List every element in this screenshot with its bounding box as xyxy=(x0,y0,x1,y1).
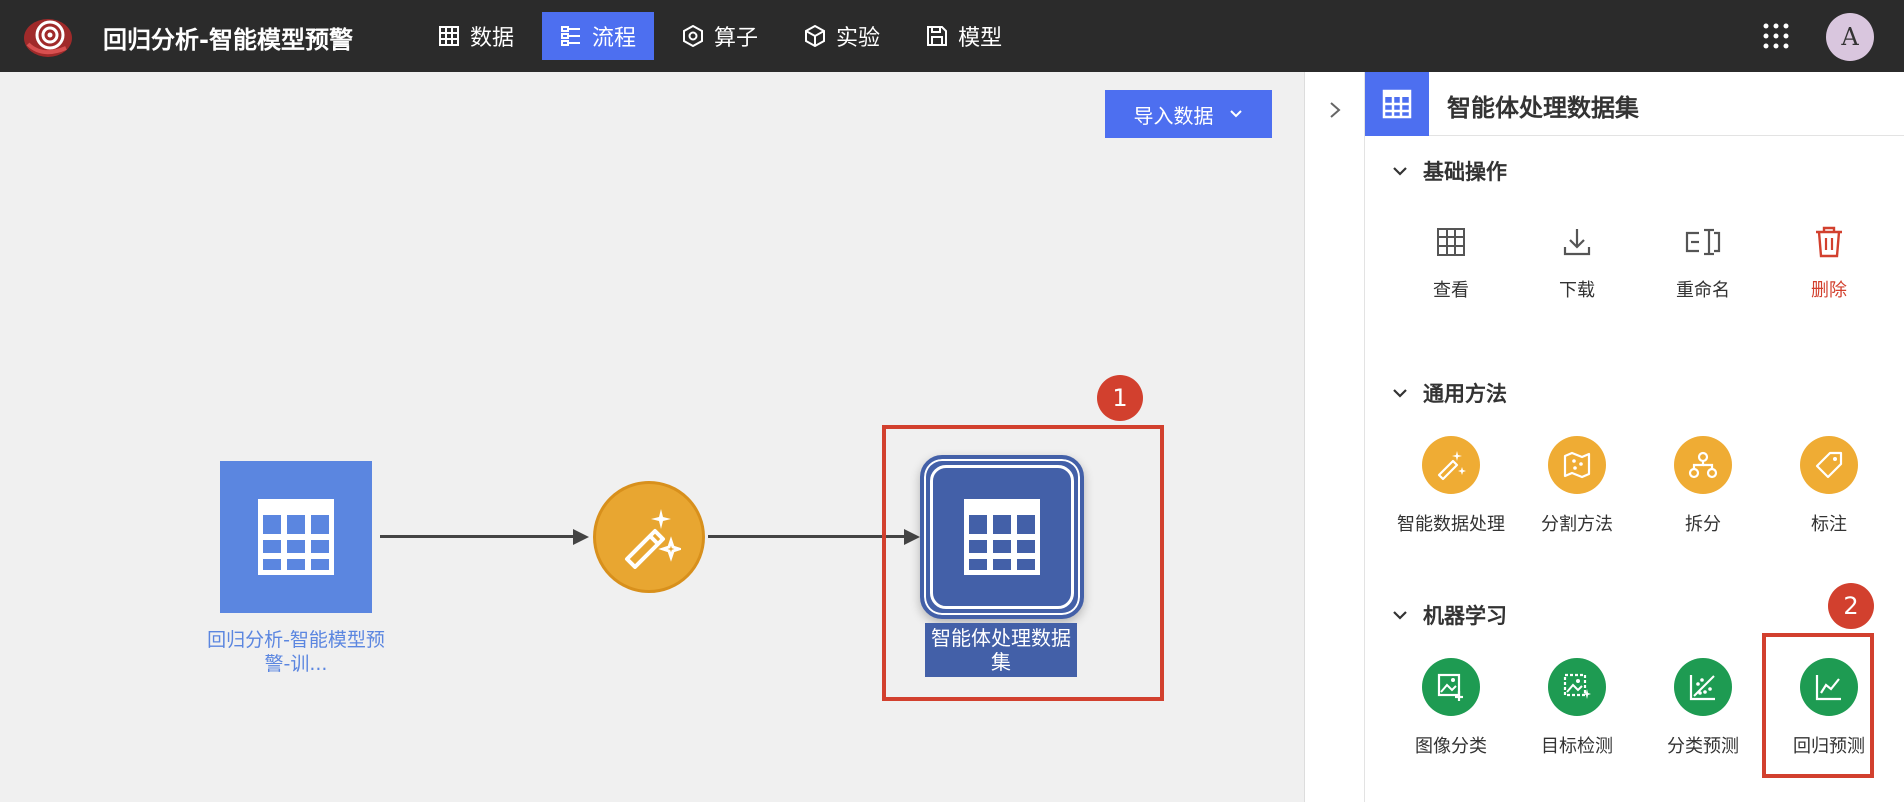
source-dataset-label: 回归分析-智能模型预警-训... xyxy=(207,629,385,675)
chevron-down-icon xyxy=(1393,167,1407,176)
object-detect-icon xyxy=(1563,673,1591,699)
hierarchy-icon xyxy=(1688,451,1718,479)
top-bar: 回归分析-智能模型预警 数据 流程 算子 实验 模型 A xyxy=(0,0,1904,72)
annotation-badge-1: 1 xyxy=(1097,375,1143,421)
magic-wand-icon xyxy=(625,509,681,569)
annotate-tool[interactable]: 标注 xyxy=(1769,436,1889,536)
cube-icon xyxy=(805,25,826,47)
app-logo-icon[interactable] xyxy=(22,14,74,58)
delete-action-button[interactable]: 删除 xyxy=(1769,222,1889,302)
classification-prediction-tool[interactable]: 分类预测 xyxy=(1643,658,1763,758)
hexagon-icon xyxy=(683,25,704,47)
nav-experiment[interactable]: 实验 xyxy=(786,12,898,60)
table-icon xyxy=(1365,72,1429,136)
section-ml-title: 机器学习 xyxy=(1423,604,1507,628)
table-icon xyxy=(1437,228,1465,256)
split-tool-label: 拆分 xyxy=(1685,514,1721,535)
chevron-right-icon[interactable] xyxy=(1325,100,1345,120)
split-method-label: 分割方法 xyxy=(1541,514,1613,535)
object-detection-label: 目标检测 xyxy=(1541,736,1613,757)
nav-model[interactable]: 模型 xyxy=(908,12,1020,60)
save-icon xyxy=(927,26,948,46)
smart-data-processing-label: 智能数据处理 xyxy=(1397,514,1505,535)
object-detection-tool[interactable]: 目标检测 xyxy=(1517,658,1637,758)
smart-data-processing-tool[interactable]: 智能数据处理 xyxy=(1391,436,1511,536)
nav-flow-label: 流程 xyxy=(592,26,637,51)
import-data-button[interactable]: 导入数据 xyxy=(1105,90,1272,138)
table-icon xyxy=(258,499,334,575)
operator-node[interactable] xyxy=(593,481,705,593)
scatter-icon xyxy=(1689,675,1715,701)
highlight-box-2 xyxy=(1762,633,1874,778)
download-action-label: 下载 xyxy=(1559,280,1595,301)
nav-operator[interactable]: 算子 xyxy=(664,12,776,60)
app-title: 回归分析-智能模型预警 xyxy=(103,26,353,54)
image-classification-label: 图像分类 xyxy=(1415,736,1487,757)
import-data-label: 导入数据 xyxy=(1133,103,1214,128)
user-avatar[interactable]: A xyxy=(1826,13,1874,61)
chevron-down-icon xyxy=(1393,389,1407,398)
section-basic-operations[interactable]: 基础操作 xyxy=(1391,156,1507,186)
panel-collapse-strip xyxy=(1304,72,1364,802)
chevron-down-icon xyxy=(1393,611,1407,620)
magic-wand-icon xyxy=(1437,451,1466,481)
download-action-button[interactable]: 下载 xyxy=(1517,222,1637,302)
view-action-button[interactable]: 查看 xyxy=(1391,222,1511,302)
edge-source-to-operator xyxy=(380,535,575,538)
download-icon xyxy=(1563,229,1591,256)
nav-data[interactable]: 数据 xyxy=(420,12,532,60)
section-machine-learning[interactable]: 机器学习 xyxy=(1391,600,1507,630)
rename-icon xyxy=(1685,228,1721,256)
nav-data-label: 数据 xyxy=(470,26,515,51)
annotate-tool-label: 标注 xyxy=(1811,514,1847,535)
classification-prediction-label: 分类预测 xyxy=(1667,736,1739,757)
apps-grid-icon[interactable] xyxy=(1762,22,1790,50)
section-general-methods[interactable]: 通用方法 xyxy=(1391,378,1507,408)
rename-action-button[interactable]: 重命名 xyxy=(1643,222,1763,302)
nav-experiment-label: 实验 xyxy=(836,26,881,51)
trash-icon xyxy=(1816,226,1842,258)
rename-action-label: 重命名 xyxy=(1676,280,1730,301)
panel-header: 智能体处理数据集 xyxy=(1365,72,1904,136)
split-method-tool[interactable]: 分割方法 xyxy=(1517,436,1637,536)
table-icon xyxy=(439,26,459,46)
arrowhead xyxy=(573,529,589,545)
chevron-down-icon xyxy=(1229,110,1242,118)
nav-flow[interactable]: 流程 xyxy=(542,12,655,60)
highlight-box-1 xyxy=(882,425,1164,701)
section-basic-title: 基础操作 xyxy=(1423,160,1507,184)
view-action-label: 查看 xyxy=(1433,280,1469,301)
source-dataset-node[interactable] xyxy=(220,461,372,613)
split-tool[interactable]: 拆分 xyxy=(1643,436,1763,536)
main-nav: 数据 流程 算子 实验 模型 xyxy=(420,12,1030,60)
delete-action-label: 删除 xyxy=(1811,280,1847,301)
image-classify-icon xyxy=(1437,673,1463,701)
tag-icon xyxy=(1815,451,1843,479)
panel-title: 智能体处理数据集 xyxy=(1447,94,1639,122)
nav-model-label: 模型 xyxy=(958,26,1003,51)
map-split-icon xyxy=(1563,451,1591,479)
annotation-badge-2: 2 xyxy=(1828,583,1874,629)
nav-operator-label: 算子 xyxy=(714,26,759,51)
image-classification-tool[interactable]: 图像分类 xyxy=(1391,658,1511,758)
section-general-title: 通用方法 xyxy=(1423,382,1507,406)
edge-operator-to-output xyxy=(708,535,908,538)
flow-icon xyxy=(561,26,581,46)
